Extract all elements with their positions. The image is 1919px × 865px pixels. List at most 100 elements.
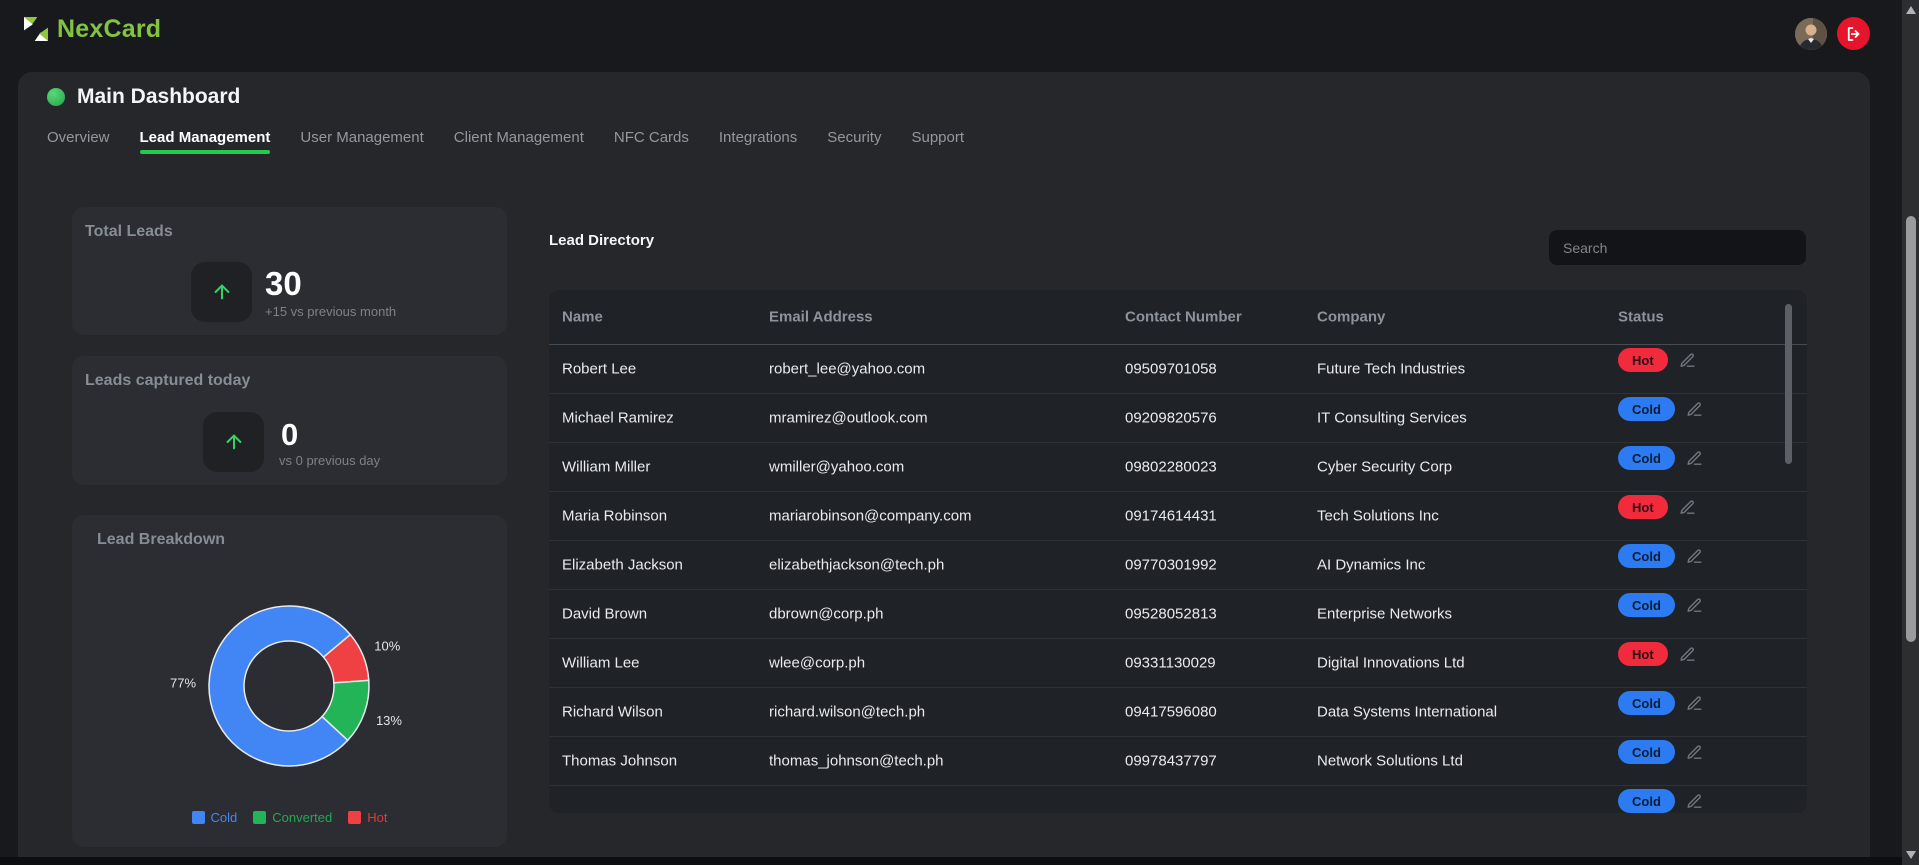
- cell-name: William Miller: [562, 459, 650, 476]
- column-header-contact-number: Contact Number: [1125, 309, 1242, 326]
- status-dot: [47, 88, 65, 106]
- cell-company: Data Systems International: [1317, 704, 1497, 721]
- edit-pencil-icon: [1679, 646, 1696, 663]
- edit-pencil-icon: [1686, 744, 1703, 761]
- cell-company: Enterprise Networks: [1317, 606, 1452, 623]
- total-leads-card: Total Leads 30 +15 vs previous month: [72, 207, 507, 335]
- edit-pencil-icon: [1686, 597, 1703, 614]
- top-navbar: NexCard: [0, 0, 1902, 72]
- table-row: Michael Ramirez mramirez@outlook.com 09209…: [549, 394, 1807, 443]
- cell-status: Cold: [1618, 789, 1703, 813]
- tab-lead-management[interactable]: Lead Management: [140, 129, 271, 156]
- search-input[interactable]: [1549, 230, 1806, 265]
- edit-status-button[interactable]: [1686, 597, 1703, 614]
- horizontal-scrollbar-track: [0, 857, 1902, 865]
- cell-contact: 09331130029: [1125, 655, 1216, 672]
- edit-pencil-icon: [1686, 401, 1703, 418]
- stat-delta: +15 vs previous month: [265, 304, 396, 319]
- column-header-email-address: Email Address: [769, 309, 873, 326]
- cell-company: IT Consulting Services: [1317, 410, 1467, 427]
- user-photo: [1795, 18, 1827, 50]
- cell-name: Michael Ramirez: [562, 410, 674, 427]
- page-scrollbar-track[interactable]: [1902, 0, 1919, 865]
- tab-support[interactable]: Support: [911, 129, 964, 156]
- tab-nfc-cards[interactable]: NFC Cards: [614, 129, 689, 156]
- page-scrollbar-thumb[interactable]: [1906, 216, 1916, 642]
- cell-company: Tech Solutions Inc: [1317, 508, 1439, 525]
- cell-company: Digital Innovations Ltd: [1317, 655, 1465, 672]
- donut-data-label: 77%: [170, 675, 196, 690]
- edit-status-button[interactable]: [1679, 646, 1696, 663]
- legend-item-hot[interactable]: Hot: [348, 810, 387, 825]
- logout-button[interactable]: [1837, 17, 1870, 50]
- status-badge: Hot: [1618, 348, 1668, 372]
- stat-value: 0: [281, 417, 298, 453]
- table-scrollbar-thumb[interactable]: [1785, 304, 1792, 464]
- cell-email: mramirez@outlook.com: [769, 410, 928, 427]
- cell-contact: 09770301992: [1125, 557, 1217, 574]
- table-row: Cold: [549, 786, 1807, 813]
- status-badge: Cold: [1618, 691, 1675, 715]
- cell-email: richard.wilson@tech.ph: [769, 704, 925, 721]
- table-row: Robert Leerobert_lee@yahoo.com0950970105…: [549, 345, 1807, 394]
- cell-email: wlee@corp.ph: [769, 655, 865, 672]
- trend-up-icon: [211, 281, 233, 303]
- edit-status-button[interactable]: [1686, 695, 1703, 712]
- cell-email: dbrown@corp.ph: [769, 606, 883, 623]
- column-header-company: Company: [1317, 309, 1385, 326]
- cell-status: Cold: [1618, 691, 1703, 715]
- table-row: William Leewlee@corp.ph09331130029Digita…: [549, 639, 1807, 688]
- status-badge: Cold: [1618, 740, 1675, 764]
- edit-status-button[interactable]: [1686, 450, 1703, 467]
- edit-status-button[interactable]: [1686, 548, 1703, 565]
- cell-email: wmiller@yahoo.com: [769, 459, 904, 476]
- table-row: Maria Robinsonmariarobinson@company.com0…: [549, 492, 1807, 541]
- status-badge: Hot: [1618, 495, 1668, 519]
- cell-name: Robert Lee: [562, 361, 636, 378]
- cell-contact: 09174614431: [1125, 508, 1217, 525]
- legend-swatch: [253, 811, 266, 824]
- cell-company: Cyber Security Corp: [1317, 459, 1452, 476]
- legend-item-converted[interactable]: Converted: [253, 810, 332, 825]
- edit-status-button[interactable]: [1679, 352, 1696, 369]
- edit-status-button[interactable]: [1679, 499, 1696, 516]
- tab-integrations[interactable]: Integrations: [719, 129, 797, 156]
- tab-user-management[interactable]: User Management: [300, 129, 423, 156]
- section-title: Lead Directory: [549, 232, 654, 249]
- tab-security[interactable]: Security: [827, 129, 881, 156]
- status-badge: Cold: [1618, 544, 1675, 568]
- legend-item-cold[interactable]: Cold: [192, 810, 238, 825]
- status-badge: Cold: [1618, 593, 1675, 617]
- trend-tile: [191, 262, 252, 322]
- status-badge: Cold: [1618, 397, 1675, 421]
- lead-breakdown-donut-chart: 10%13%77%: [72, 515, 507, 847]
- cell-email: mariarobinson@company.com: [769, 508, 972, 525]
- edit-status-button[interactable]: [1686, 401, 1703, 418]
- column-header-name: Name: [562, 309, 603, 326]
- scroll-down-arrow[interactable]: [1902, 847, 1919, 863]
- tab-client-management[interactable]: Client Management: [454, 129, 584, 156]
- cell-contact: 09417596080: [1125, 704, 1217, 721]
- legend-label: Hot: [367, 810, 387, 825]
- cell-contact: 09209820576: [1125, 410, 1217, 427]
- table-row: Thomas Johnsonthomas_johnson@tech.ph0997…: [549, 737, 1807, 786]
- tab-overview[interactable]: Overview: [47, 129, 110, 156]
- legend-label: Converted: [272, 810, 332, 825]
- trend-tile: [203, 412, 264, 472]
- cell-name: Richard Wilson: [562, 704, 663, 721]
- leads-today-card: Leads captured today 0 vs 0 previous day: [72, 356, 507, 485]
- scroll-up-arrow[interactable]: [1902, 2, 1919, 18]
- edit-status-button[interactable]: [1686, 793, 1703, 810]
- cell-status: Cold: [1618, 397, 1703, 421]
- brand: NexCard: [20, 13, 161, 45]
- table-body: Robert Leerobert_lee@yahoo.com0950970105…: [549, 345, 1807, 813]
- edit-status-button[interactable]: [1686, 744, 1703, 761]
- donut-segment-cold: [209, 606, 350, 766]
- cell-status: Cold: [1618, 740, 1703, 764]
- donut-data-label: 10%: [374, 638, 400, 653]
- cell-contact: 09509701058: [1125, 361, 1217, 378]
- user-avatar[interactable]: [1795, 18, 1827, 50]
- table-row: Richard Wilson richard.wilson@tech.ph 0941…: [549, 688, 1807, 737]
- lead-table: NameEmail AddressContact NumberCompanySt…: [549, 290, 1807, 813]
- stat-value: 30: [265, 265, 302, 303]
